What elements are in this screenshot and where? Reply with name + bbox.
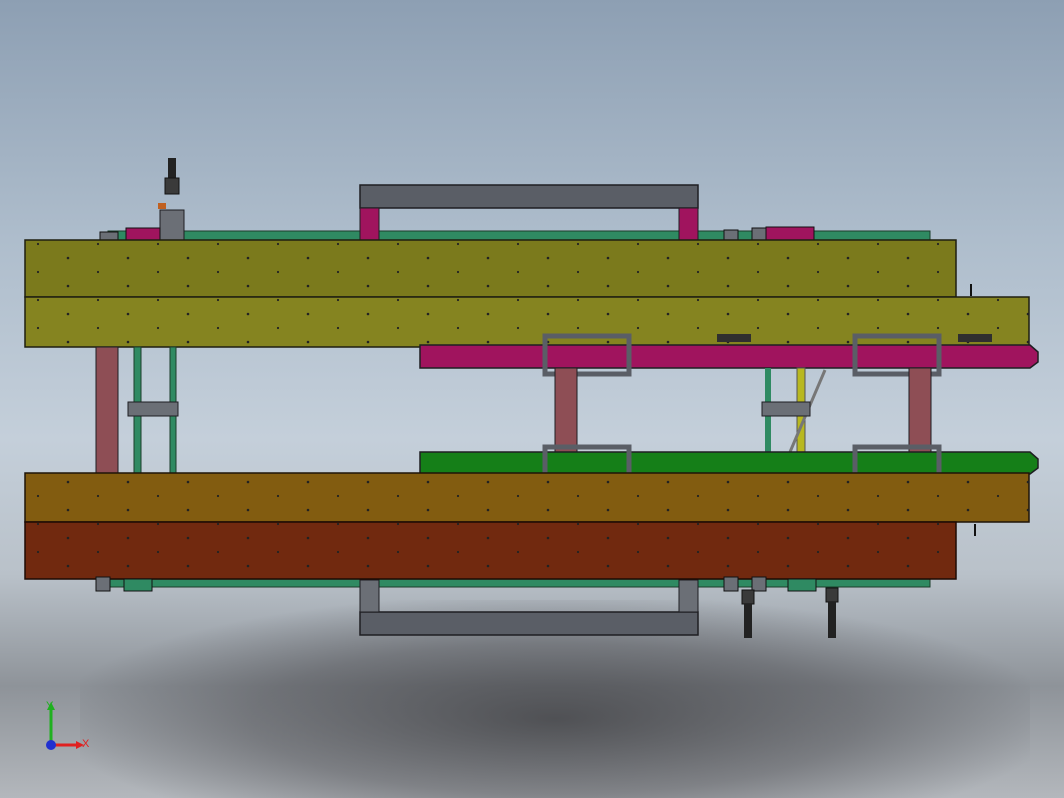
graphics-viewport[interactable]: Y X (0, 0, 1064, 798)
center-cross-bracket[interactable] (761, 401, 811, 417)
left-post-maroon[interactable] (95, 346, 119, 474)
axis-triad: Y X (40, 698, 100, 758)
rust-plate-holes (25, 522, 956, 579)
axis-triad-graphic: Y X (46, 700, 90, 750)
top-bridge-beam[interactable] (359, 184, 699, 209)
top-right-block[interactable] (765, 226, 815, 241)
magenta-sensor-b[interactable] (958, 334, 992, 342)
left-cross-bracket[interactable] (127, 401, 179, 417)
cad-model[interactable] (0, 0, 1064, 798)
bottom-bridge-beam[interactable] (359, 611, 699, 636)
right-mark-top (970, 284, 972, 296)
bottom-actuator-b[interactable] (825, 587, 839, 638)
bottom-bridge-post-left[interactable] (359, 579, 380, 613)
top-left-actuator[interactable] (125, 158, 185, 241)
magenta-guide-rail[interactable] (419, 344, 1039, 369)
bottom-clamp-b[interactable] (751, 576, 767, 592)
center-post-left[interactable] (554, 367, 578, 455)
magenta-sensor[interactable] (717, 334, 751, 342)
bottom-actuator-a[interactable] (741, 589, 755, 638)
z-axis-dot (46, 740, 56, 750)
top-bridge-post-left[interactable] (359, 207, 380, 241)
bottom-left-block[interactable] (123, 578, 153, 592)
bottom-left-clamp[interactable] (95, 576, 111, 592)
bottom-bridge-post-right[interactable] (678, 579, 699, 613)
top-bridge-post-right[interactable] (678, 207, 699, 241)
green-guide-rail[interactable] (419, 451, 1039, 475)
right-mark-bottom (974, 524, 976, 536)
x-axis-label: X (82, 738, 90, 750)
top-olive-plate-holes (25, 240, 956, 297)
second-olive-plate-holes (25, 297, 1029, 347)
bottom-right-block[interactable] (787, 578, 817, 592)
center-post-right[interactable] (908, 367, 932, 455)
bottom-clamp-a[interactable] (723, 576, 739, 592)
y-axis-label: Y (46, 700, 54, 712)
brown-plate-holes (25, 473, 1029, 522)
